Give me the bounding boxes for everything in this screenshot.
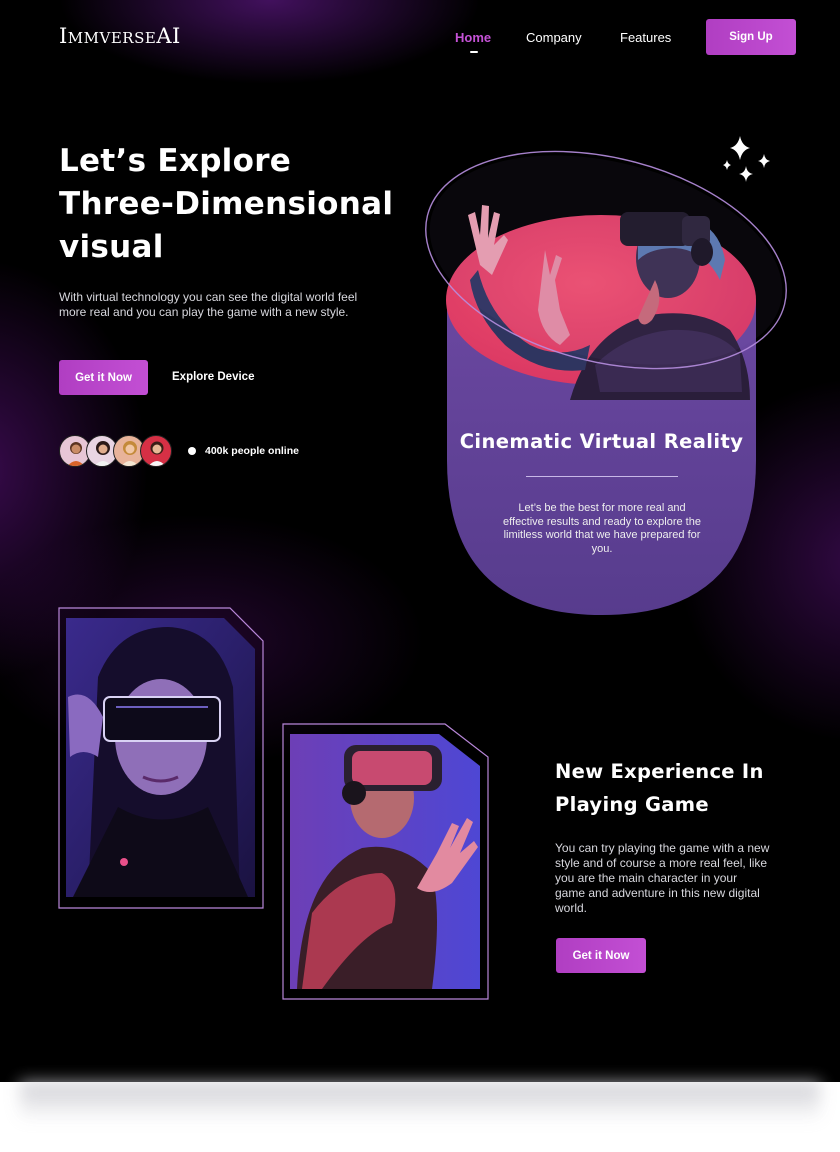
sign-up-button[interactable]: Sign Up bbox=[706, 19, 796, 55]
landing-page: ImmverseAI Home Company Features Sign Up… bbox=[0, 0, 840, 1082]
get-it-now-button[interactable]: Get it Now bbox=[59, 360, 148, 395]
section-get-it-now-button[interactable]: Get it Now bbox=[556, 938, 646, 973]
hero-title-line-3: visual bbox=[59, 229, 164, 265]
hero-title: Let’s Explore Three-Dimensional visual bbox=[59, 140, 419, 269]
section-description: You can try playing the game with a new … bbox=[555, 841, 770, 915]
explore-device-link[interactable]: Explore Device bbox=[172, 371, 254, 383]
card-description: Let’s be the best for more real and effe… bbox=[503, 502, 701, 555]
nav-company[interactable]: Company bbox=[526, 30, 582, 45]
online-count: 400k people online bbox=[205, 445, 299, 457]
hero-title-line-2: Three-Dimensional bbox=[59, 186, 394, 222]
avatar bbox=[140, 435, 172, 467]
nav-features[interactable]: Features bbox=[620, 30, 671, 45]
card-title: Cinematic Virtual Reality bbox=[459, 430, 744, 453]
online-indicator-dot bbox=[188, 447, 196, 455]
online-avatars bbox=[59, 435, 179, 467]
logo[interactable]: ImmverseAI bbox=[59, 24, 181, 48]
card-divider bbox=[526, 476, 678, 477]
hero-description: With virtual technology you can see the … bbox=[59, 290, 358, 319]
vr-visor-woman-image bbox=[58, 607, 264, 909]
vr-headset-man-image bbox=[282, 723, 489, 1000]
nav-home[interactable]: Home bbox=[455, 30, 491, 53]
page-shadow bbox=[20, 1082, 820, 1122]
section-title: New Experience In Playing Game bbox=[555, 760, 764, 816]
hero-title-line-1: Let’s Explore bbox=[59, 143, 292, 179]
